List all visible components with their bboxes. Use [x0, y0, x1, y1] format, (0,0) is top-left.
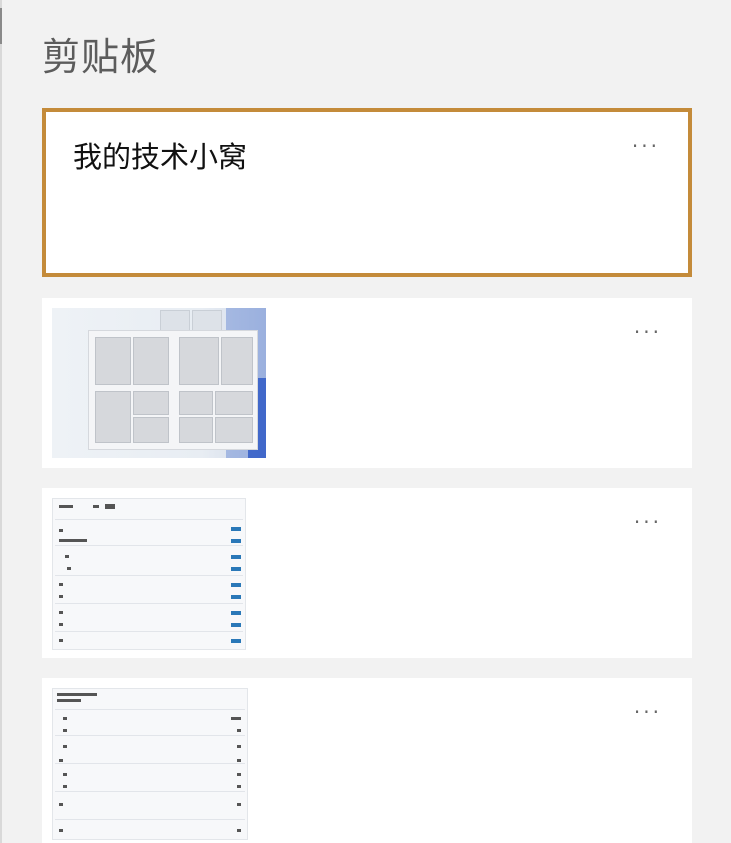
- clipboard-item-text[interactable]: 我的技术小窝 ···: [42, 108, 692, 277]
- panel-left-edge: [0, 0, 2, 843]
- panel-edge-marker: [0, 8, 2, 44]
- more-options-button[interactable]: ···: [632, 136, 660, 156]
- clipboard-panel: 剪贴板 我的技术小窝 ··· ··· ··· ···: [0, 0, 731, 843]
- more-options-button[interactable]: ···: [634, 512, 662, 532]
- clipboard-item-image[interactable]: ···: [42, 488, 692, 658]
- clipboard-image-thumbnail: [52, 688, 248, 840]
- clipboard-item-text-content: 我的技术小窝: [73, 140, 248, 174]
- snap-layout-grid: [88, 330, 258, 450]
- panel-title: 剪贴板: [42, 35, 160, 79]
- clipboard-image-thumbnail: [52, 308, 266, 458]
- thumbnail-resize-icon: [192, 310, 222, 332]
- more-options-button[interactable]: ···: [634, 702, 662, 722]
- thumbnail-restore-icon: [160, 310, 190, 332]
- clipboard-image-thumbnail: [52, 498, 246, 650]
- more-options-button[interactable]: ···: [634, 322, 662, 342]
- clipboard-item-image[interactable]: ···: [42, 678, 692, 843]
- clipboard-item-image[interactable]: ···: [42, 298, 692, 468]
